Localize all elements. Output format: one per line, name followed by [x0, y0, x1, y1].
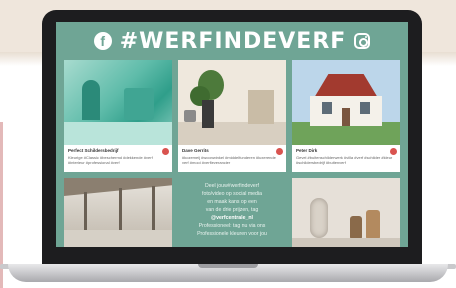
- laptop-screen: f #WERFINDEVERF Perfect Schildersbedrijf…: [56, 22, 408, 247]
- promo-line-1: Deel jouw#werfindeverf: [205, 183, 259, 189]
- post-card-1[interactable]: Perfect Schildersbedrijf Kleurige #Class…: [64, 60, 172, 172]
- post-photo-5: [292, 178, 400, 247]
- like-icon[interactable]: [390, 148, 397, 155]
- promo-line-5[interactable]: @verfcentrale_nl: [178, 214, 286, 222]
- screen-header: f #WERFINDEVERF: [56, 22, 408, 60]
- post-caption-1: Kleurige #Classic #beschermd #dekkende #…: [68, 155, 153, 165]
- promo-line-3: en maak kans op een: [207, 199, 257, 205]
- post-photo-4: [64, 178, 172, 247]
- promo-line-4: van de drie prijzen, tag: [205, 207, 259, 213]
- post-author-2: Dave Gerrits: [182, 148, 209, 153]
- promo-text: Deel jouw#werfindeverf foto/video op soc…: [178, 182, 286, 238]
- post-caption-2: #kozemeij #woonwinkel #middelfunderen #l…: [182, 155, 276, 165]
- laptop-notch: [198, 264, 258, 268]
- post-card-5[interactable]: [292, 178, 400, 247]
- instagram-icon[interactable]: [354, 33, 371, 49]
- post-card-4[interactable]: [64, 178, 172, 247]
- post-author-3: Peter Dirk: [296, 148, 318, 153]
- post-author-1: Perfect Schildersbedrijf: [68, 148, 119, 153]
- post-card-2[interactable]: Dave Gerrits #kozemeij #woonwinkel #midd…: [178, 60, 286, 172]
- promo-line-2: foto/video op social media: [202, 191, 262, 197]
- like-icon[interactable]: [162, 148, 169, 155]
- promo-line-7: Professionele kleuren voor jou: [197, 231, 267, 237]
- hashtag-title: #WERFINDEVERF: [119, 28, 347, 54]
- like-icon[interactable]: [276, 148, 283, 155]
- post-photo-1: [64, 60, 172, 145]
- promo-line-6: Professioneel: tag nu via ons: [198, 223, 266, 229]
- facebook-icon[interactable]: f: [93, 32, 112, 50]
- post-card-3[interactable]: Peter Dirk Gevel #buitenschilderwerk #vi…: [292, 60, 400, 172]
- post-photo-3: [292, 60, 400, 145]
- post-caption-3: Gevel #buitenschilderwerk #villa #verf #…: [296, 155, 393, 165]
- post-photo-2: [178, 60, 286, 145]
